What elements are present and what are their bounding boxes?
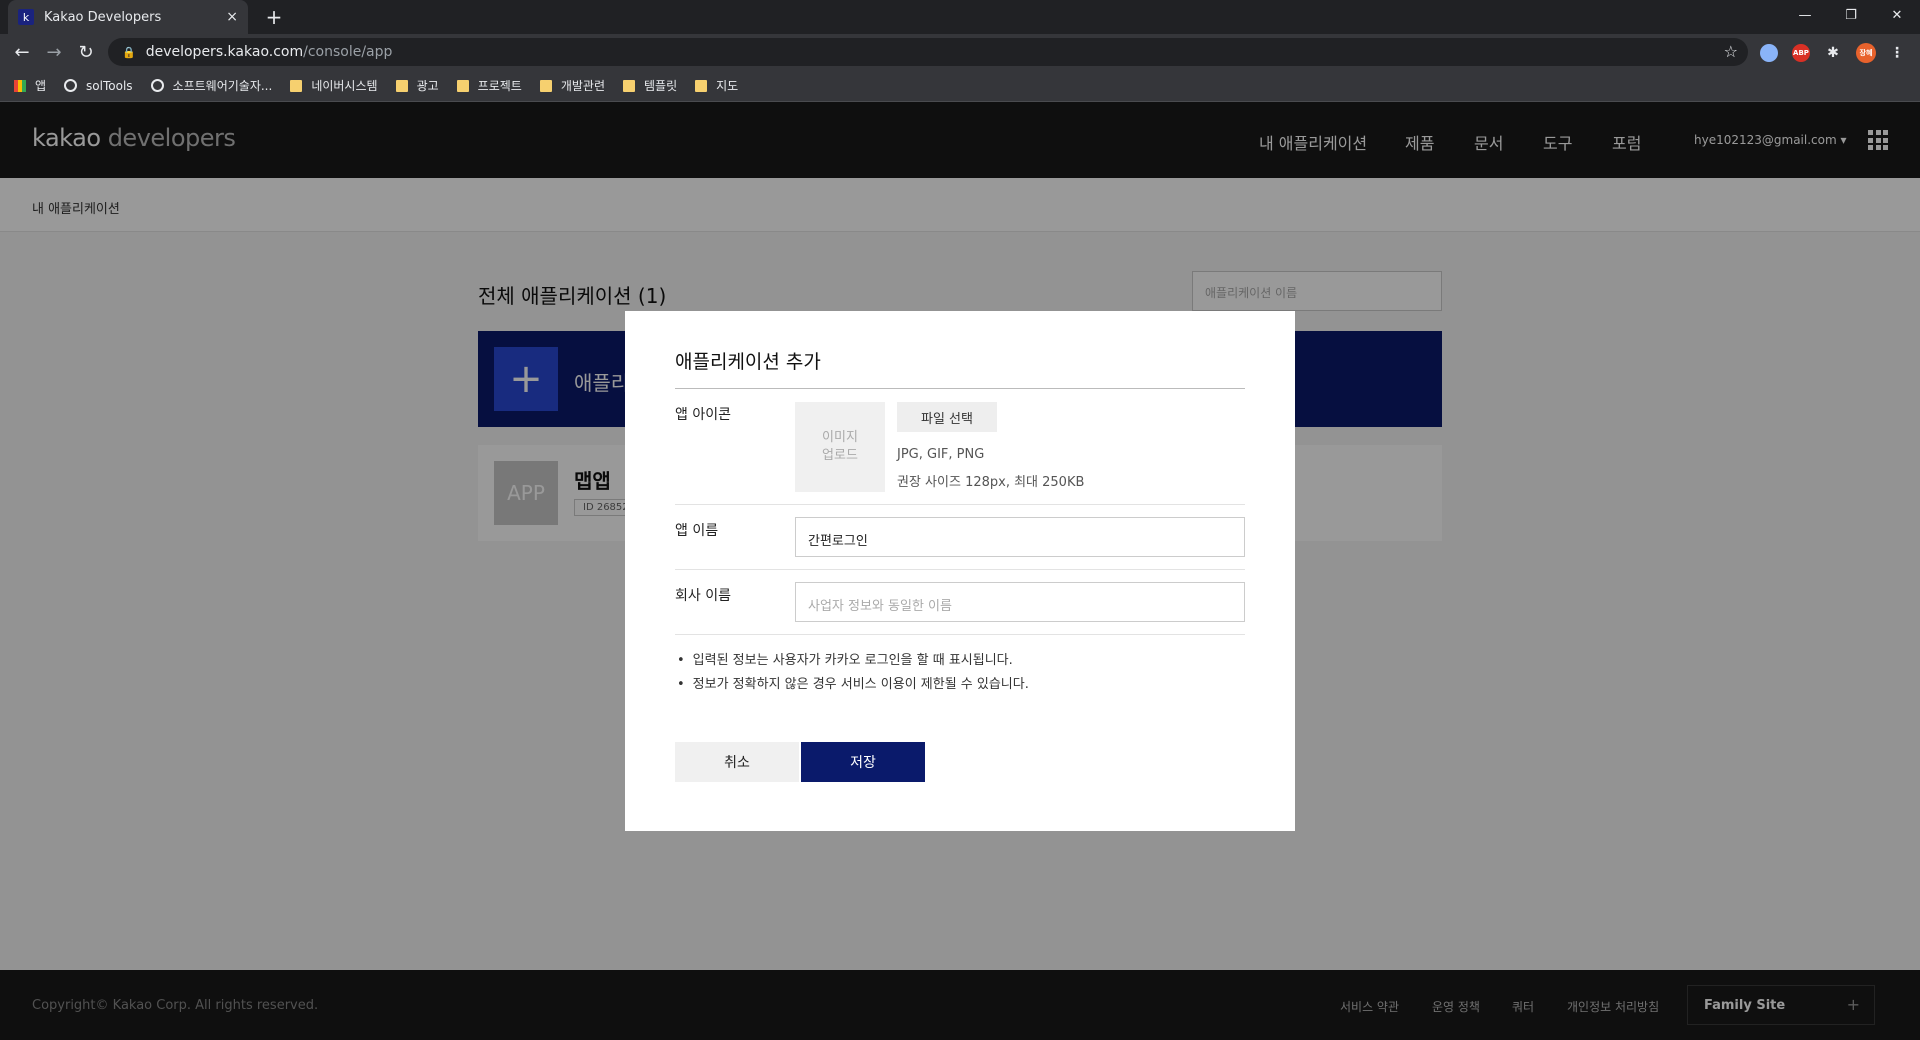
folder-icon [456, 79, 469, 92]
company-name-input[interactable]: 사업자 정보와 동일한 이름 [795, 582, 1245, 622]
forward-arrow-icon[interactable]: → [42, 40, 66, 64]
cancel-button[interactable]: 취소 [675, 742, 799, 782]
divider [675, 634, 1245, 635]
close-window-icon[interactable]: ✕ [1874, 0, 1920, 30]
folder-icon [290, 79, 303, 92]
bookmark-sw-engineer[interactable]: 소프트웨어기술자... [150, 77, 272, 94]
kakao-favicon-icon: k [18, 9, 34, 25]
lock-icon: 🔒 [122, 45, 136, 59]
folder-icon [539, 79, 552, 92]
save-button[interactable]: 저장 [801, 742, 925, 782]
file-size-hint: 권장 사이즈 128px, 최대 250KB [897, 475, 1085, 490]
file-select-button[interactable]: 파일 선택 [897, 402, 997, 432]
browser-tabbar: k Kakao Developers × + — ❐ ✕ [0, 0, 1920, 34]
bookmarks-bar: 앱 solTools 소프트웨어기술자... 네이버시스템 광고 프로젝트 개발… [0, 70, 1920, 102]
folder-icon [395, 79, 408, 92]
adblock-icon[interactable]: ABP [1792, 44, 1810, 62]
bookmark-folder-template[interactable]: 템플릿 [623, 77, 677, 94]
info-note: 정보가 정확하지 않은 경우 서비스 이용이 제한될 수 있습니다. [677, 673, 1029, 692]
url-path: /console/app [303, 44, 393, 60]
more-menu-icon[interactable]: ⋮ [1888, 44, 1906, 62]
divider [675, 504, 1245, 505]
reload-icon[interactable]: ↻ [74, 40, 98, 64]
profile-avatar[interactable]: 장혜 [1856, 43, 1876, 63]
close-tab-icon[interactable]: × [226, 9, 238, 25]
browser-toolbar: ← → ↻ 🔒 developers.kakao.com/console/app… [0, 34, 1920, 70]
folder-icon [695, 79, 708, 92]
restore-icon[interactable]: ❐ [1828, 0, 1874, 30]
image-upload-area[interactable]: 이미지 업로드 [795, 402, 885, 492]
divider [675, 388, 1245, 389]
address-bar[interactable]: 🔒 developers.kakao.com/console/app ☆ [108, 38, 1748, 66]
bookmark-folder-map[interactable]: 지도 [695, 77, 738, 94]
globe-icon [64, 79, 78, 92]
bookmark-star-icon[interactable]: ☆ [1724, 42, 1738, 61]
bookmark-folder-ad[interactable]: 광고 [395, 77, 439, 94]
folder-icon [623, 79, 635, 92]
bookmark-folder-project[interactable]: 프로젝트 [456, 77, 522, 94]
app-name-label: 앱 이름 [675, 523, 719, 539]
tab-title: Kakao Developers [44, 9, 162, 25]
apps-grid-icon [14, 79, 26, 92]
dialog-title: 애플리케이션 추가 [675, 351, 821, 373]
bookmark-soltools[interactable]: solTools [64, 79, 133, 93]
app-icon-label: 앱 아이콘 [675, 407, 731, 423]
divider [675, 569, 1245, 570]
url-host: developers.kakao.com [145, 44, 304, 60]
back-arrow-icon[interactable]: ← [10, 40, 34, 64]
puzzle-extensions-icon[interactable]: ✱ [1824, 44, 1842, 62]
bookmark-apps[interactable]: 앱 [14, 77, 46, 94]
new-tab-button[interactable]: + [262, 5, 286, 29]
minimize-icon[interactable]: — [1782, 0, 1828, 30]
company-name-label: 회사 이름 [675, 588, 731, 604]
bookmark-folder-dev[interactable]: 개발관련 [539, 77, 605, 94]
info-note: 입력된 정보는 사용자가 카카오 로그인을 할 때 표시됩니다. [677, 649, 1013, 668]
globe-icon [150, 79, 164, 92]
file-format-hint: JPG, GIF, PNG [897, 447, 985, 462]
app-name-input[interactable]: 간편로그인 [795, 517, 1245, 557]
bookmark-folder-naver[interactable]: 네이버시스템 [290, 77, 378, 94]
browser-tab[interactable]: k Kakao Developers × [8, 0, 248, 34]
add-application-dialog: 애플리케이션 추가 앱 아이콘 이미지 업로드 파일 선택 JPG, GIF, P… [625, 311, 1295, 831]
extension-circle-icon[interactable] [1760, 44, 1778, 62]
